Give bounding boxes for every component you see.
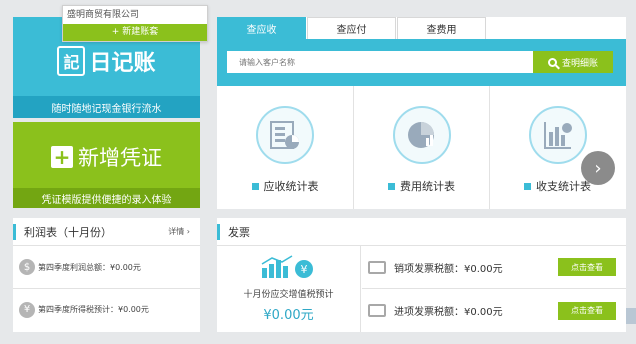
bullet-square-icon xyxy=(388,182,395,190)
account-company-item[interactable]: 盛明商贸有限公司 xyxy=(63,6,207,24)
input-invoice-row: 进项发票税额：¥0.00元 点击查看 xyxy=(362,289,626,332)
plus-icon: + xyxy=(51,145,73,169)
stat-receivable-text: 应收统计表 xyxy=(263,180,319,193)
tab-payable[interactable]: 查应付 xyxy=(307,17,396,39)
vat-amount: ¥0.00元 xyxy=(263,308,314,323)
invoice-ticket-icon xyxy=(368,304,386,317)
input-invoice-text: 进项发票税额：¥0.00元 xyxy=(394,307,503,318)
profit-title: 利润表（十月份） xyxy=(13,223,112,240)
journal-tile-main: 記 日记账 xyxy=(13,45,200,77)
search-bar: 查明细账 xyxy=(217,39,626,86)
new-account-button[interactable]: + 新建账套 xyxy=(63,24,207,41)
receivable-report-icon xyxy=(256,106,314,164)
income-tax-text: 第四季度所得税预计：¥0.00元 xyxy=(38,305,149,314)
bullet-square-icon xyxy=(251,182,259,190)
stat-income-expense[interactable]: 收支统计表 xyxy=(489,86,625,209)
dollar-coin-icon: $ xyxy=(19,259,35,275)
view-ledger-button[interactable]: 查明细账 xyxy=(533,51,613,73)
new-voucher-tile[interactable]: + 新增凭证 凭证模版提供便捷的录入体验 xyxy=(13,122,200,208)
income-expense-icon xyxy=(528,106,587,164)
stat-expense-label: 费用统计表 xyxy=(388,178,455,194)
view-input-invoice-button[interactable]: 点击查看 xyxy=(558,301,616,320)
query-panel: 查应收 查应付 查费用 查明细账 应收统计表 xyxy=(217,17,626,209)
invoice-header: 发票 xyxy=(217,218,626,246)
journal-subtitle: 随时随地记现金银行流水 xyxy=(13,96,200,118)
stat-receivable-label: 应收统计表 xyxy=(251,178,319,194)
invoice-ticket-icon xyxy=(368,260,386,274)
tab-receivable[interactable]: 查应收 xyxy=(217,17,306,39)
stat-expense[interactable]: 费用统计表 xyxy=(353,86,489,209)
view-output-invoice-button[interactable]: 点击查看 xyxy=(558,258,616,276)
stat-expense-text: 费用统计表 xyxy=(400,180,455,193)
vat-caption: 十月份应交增值税预计 xyxy=(243,290,334,300)
bullet-square-icon xyxy=(524,182,531,190)
stat-income-expense-text: 收支统计表 xyxy=(536,180,591,193)
invoice-panel: 发票 ¥ 十月份应交增值税预计 ¥0.00元 销项发票税额：¥0.00元 点击查… xyxy=(217,218,626,332)
profit-total-text: 第四季度利润总额：¥0.00元 xyxy=(38,262,141,272)
expense-pie-icon xyxy=(392,106,451,164)
chevron-right-icon[interactable]: › xyxy=(581,151,615,185)
new-voucher-subtitle: 凭证模版提供便捷的录入体验 xyxy=(13,188,200,208)
view-ledger-label: 查明细账 xyxy=(561,58,598,69)
vat-estimate: ¥ 十月份应交增值税预计 ¥0.00元 xyxy=(217,246,361,332)
stat-receivable[interactable]: 应收统计表 xyxy=(217,86,353,209)
tab-expense[interactable]: 查费用 xyxy=(397,17,486,39)
output-invoice-row: 销项发票税额：¥0.00元 点击查看 xyxy=(362,246,626,289)
query-tabs: 查应收 查应付 查费用 xyxy=(217,17,487,39)
yen-coin-icon: ¥ xyxy=(19,301,35,318)
svg-text:¥: ¥ xyxy=(300,263,307,276)
journal-icon: 記 xyxy=(57,46,86,76)
side-edge-icon[interactable] xyxy=(626,308,636,324)
new-voucher-title: 新增凭证 xyxy=(78,146,162,170)
output-invoice-text: 销项发票税额：¥0.00元 xyxy=(394,263,503,275)
profit-panel: 利润表（十月份） 详情 › $ 第四季度利润总额：¥0.00元 ¥ 第四季度所得… xyxy=(13,218,200,332)
new-voucher-main: + 新增凭证 xyxy=(13,142,200,172)
profit-details-link[interactable]: 详情 › xyxy=(168,226,190,237)
search-icon xyxy=(547,57,557,67)
invoice-title: 发票 xyxy=(217,223,250,240)
profit-row: $ 第四季度利润总额：¥0.00元 xyxy=(13,246,200,288)
stat-income-expense-label: 收支统计表 xyxy=(524,178,591,194)
vat-chart-icon: ¥ xyxy=(260,254,318,283)
journal-title: 日记账 xyxy=(89,51,156,76)
profit-row: ¥ 第四季度所得税预计：¥0.00元 xyxy=(13,288,200,330)
account-dropdown: 盛明商贸有限公司 + 新建账套 xyxy=(62,5,208,42)
profit-header: 利润表（十月份） 详情 › xyxy=(13,218,200,246)
customer-search-input[interactable] xyxy=(227,51,533,73)
